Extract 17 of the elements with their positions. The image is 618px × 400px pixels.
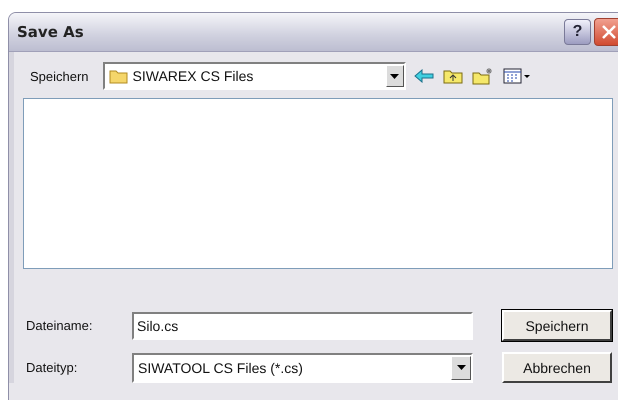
cancel-button[interactable]: Abbrechen <box>502 352 612 383</box>
location-label: Speichern <box>30 68 89 84</box>
save-button[interactable]: Speichern <box>502 310 612 341</box>
new-folder-icon[interactable] <box>472 67 494 85</box>
help-button[interactable]: ? <box>564 19 591 45</box>
file-name-label: Dateiname: <box>26 318 94 333</box>
window-title: Save As <box>17 23 85 41</box>
file-name-field[interactable]: Silo.cs <box>132 312 473 340</box>
location-dropdown[interactable]: SIWAREX CS Files <box>102 62 406 90</box>
close-icon <box>600 24 616 40</box>
file-type-label: Dateityp: <box>26 360 78 375</box>
up-folder-icon[interactable] <box>442 68 463 84</box>
close-button[interactable] <box>594 18 618 46</box>
back-arrow-icon[interactable] <box>414 69 434 83</box>
folder-icon <box>108 68 129 84</box>
view-menu-icon[interactable] <box>502 68 531 84</box>
file-type-dropdown[interactable]: SIWATOOL CS Files (*.cs) <box>132 352 473 382</box>
